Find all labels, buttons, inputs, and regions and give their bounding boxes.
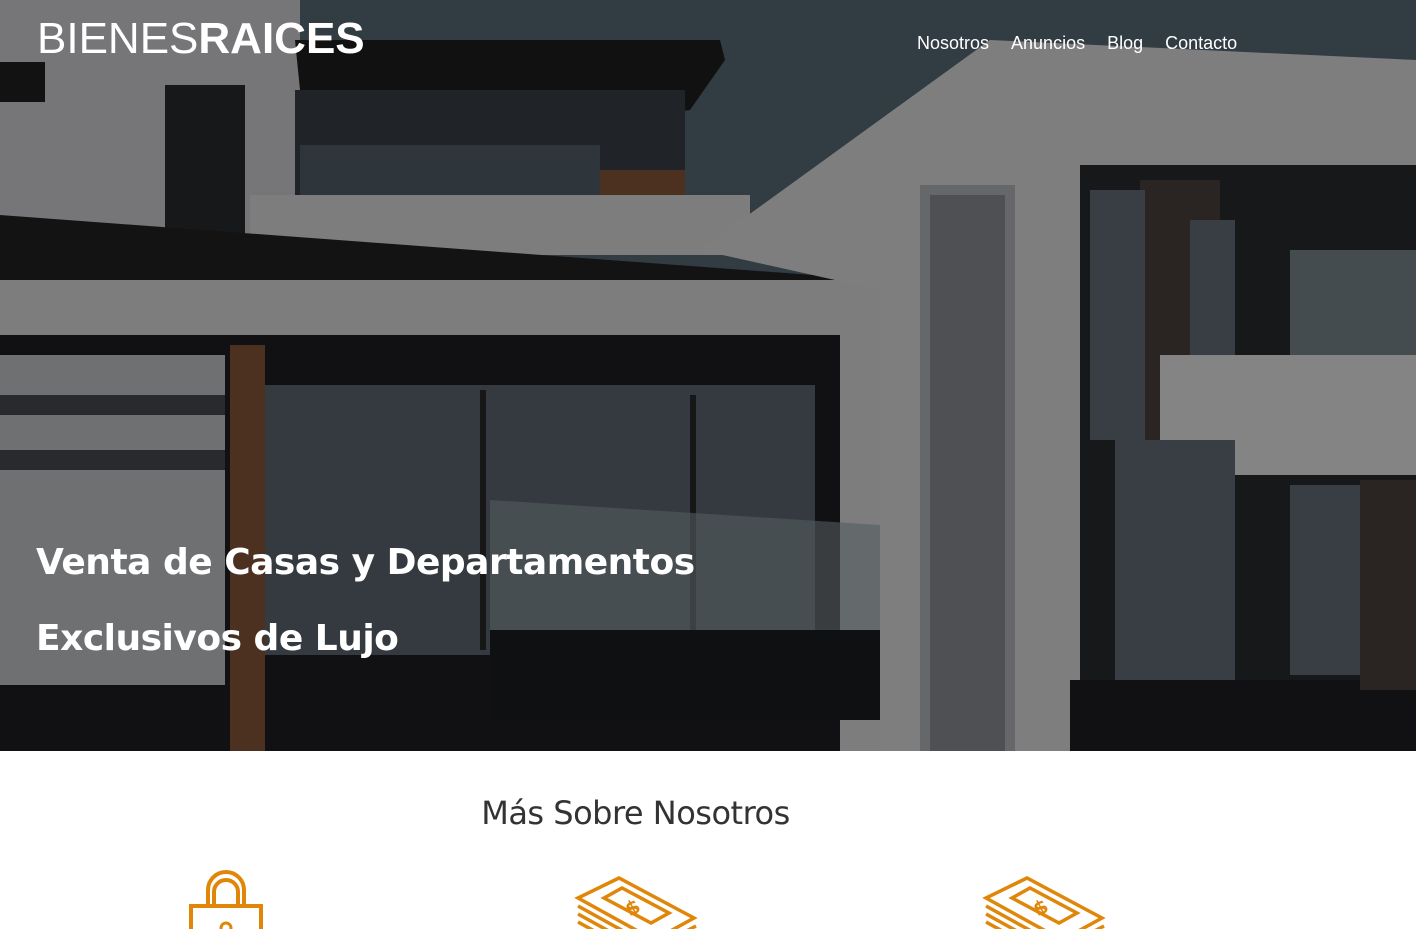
money-icon: $ (574, 876, 698, 929)
nav-link-contacto[interactable]: Contacto (1154, 30, 1248, 56)
site-logo[interactable]: BIENESRAICES (37, 14, 365, 64)
logo-bold-text: RAICES (198, 14, 365, 63)
hero-heading-line-1: Venta de Casas y Departamentos (36, 542, 695, 583)
hero-heading: Venta de Casas y Departamentos Exclusivo… (36, 538, 695, 664)
logo-light-text: BIENES (37, 14, 199, 63)
hero-heading-line-2: Exclusivos de Lujo (36, 618, 399, 659)
nav-link-anuncios[interactable]: Anuncios (1000, 30, 1096, 56)
site-header: BIENESRAICES Nosotros Anuncios Blog Cont… (0, 0, 1416, 90)
hero-section: BIENESRAICES Nosotros Anuncios Blog Cont… (0, 0, 1416, 751)
lock-icon (189, 870, 263, 929)
nav-link-nosotros[interactable]: Nosotros (906, 30, 1000, 56)
about-section-title: Más Sobre Nosotros (481, 794, 790, 832)
main-nav: Nosotros Anuncios Blog Contacto (906, 30, 1248, 56)
nav-link-blog[interactable]: Blog (1096, 30, 1154, 56)
money-icon: $ (982, 876, 1106, 929)
